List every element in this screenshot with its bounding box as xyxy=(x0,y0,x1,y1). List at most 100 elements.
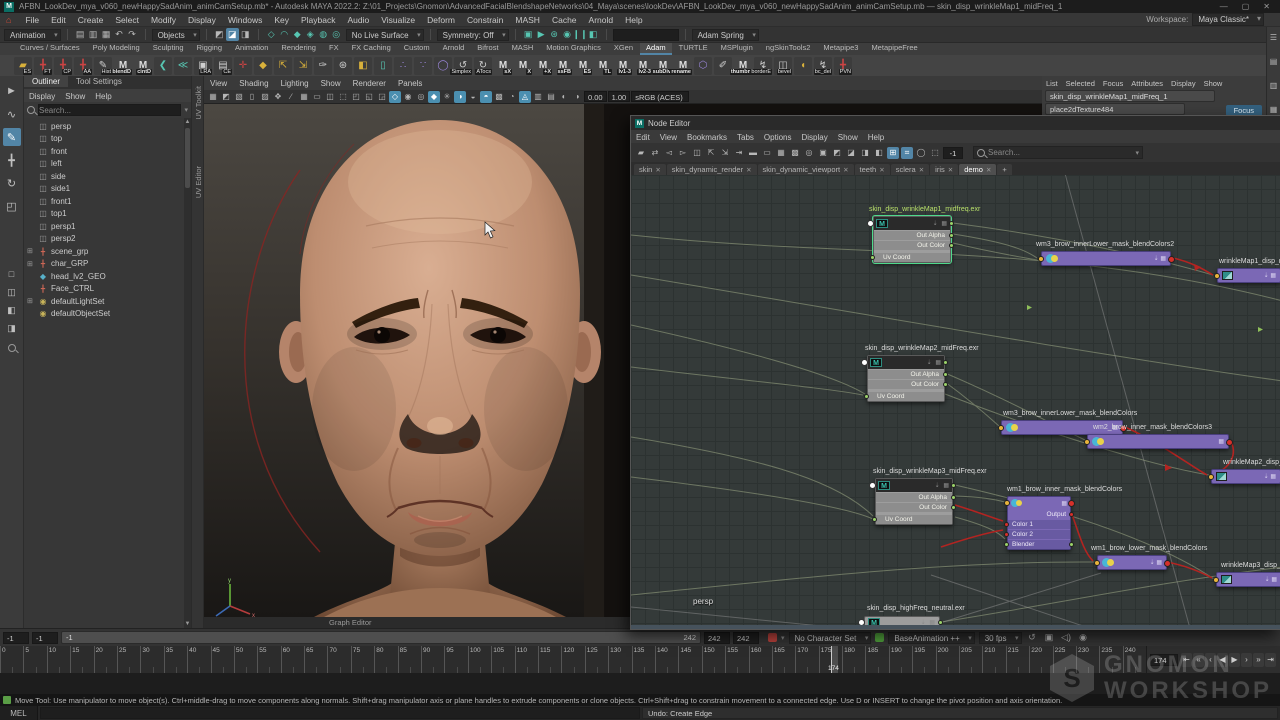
chevron-down-icon[interactable]: ▾ xyxy=(184,106,188,114)
node-editor-menu-item[interactable]: Display xyxy=(797,133,833,142)
motion-blur-icon[interactable]: ◓ xyxy=(480,91,492,103)
shelf-bevel-button[interactable]: ◫bevel xyxy=(774,57,792,75)
ne-next-icon[interactable]: ▻ xyxy=(677,147,689,159)
menu-item[interactable]: Create xyxy=(72,15,110,25)
uv-toolkit-tab[interactable]: UV Toolkit xyxy=(194,86,203,120)
menu-item[interactable]: Windows xyxy=(222,15,268,25)
shelf-chevrons-button[interactable]: ≪ xyxy=(174,57,192,75)
node-editor-scrollbar[interactable] xyxy=(631,625,1280,629)
add-tab-button[interactable]: + xyxy=(997,164,1011,175)
attribute-editor-menu-item[interactable]: List xyxy=(1042,79,1062,88)
blend-node-wm2-blendcolors3[interactable]: ▦ xyxy=(1087,434,1229,449)
go-to-start-button[interactable]: ⇤ xyxy=(1181,653,1192,667)
viewport-menu-item[interactable]: Panels xyxy=(392,79,428,88)
node-editor-title-bar[interactable]: M Node Editor xyxy=(631,116,1280,130)
shelf-sphere-button[interactable]: ⬡ xyxy=(694,57,712,75)
outliner-item[interactable]: persp1 xyxy=(24,220,191,233)
overscan-icon[interactable]: ∕ xyxy=(285,91,297,103)
step-forward-frame-button[interactable]: » xyxy=(1253,653,1264,667)
ipr-render-icon[interactable]: ▶ xyxy=(535,28,548,41)
shelf-tab[interactable]: MetapipeFree xyxy=(865,43,923,55)
time-slider[interactable]: 0510152025303540455055606570758085909510… xyxy=(0,646,1280,673)
set-key-icon[interactable] xyxy=(768,633,777,642)
shelf-tab[interactable]: MSPlugin xyxy=(715,43,759,55)
character-set-selector[interactable]: No Character Set xyxy=(789,632,872,644)
outliner-tab[interactable]: Outliner xyxy=(24,76,68,87)
mute-audio-icon[interactable]: ◁) xyxy=(1060,631,1073,644)
outliner-item[interactable]: front1 xyxy=(24,195,191,208)
shelf-merge2-button[interactable]: ⇲ xyxy=(294,57,312,75)
ne-back-icon[interactable]: ▰ xyxy=(635,147,647,159)
shelf-tab[interactable]: TURTLE xyxy=(673,43,714,55)
file-node-wrinklemap2-disp[interactable]: ⇣ ▦ xyxy=(1211,469,1280,484)
move-tool-icon[interactable]: ╋ xyxy=(3,151,21,169)
play-backwards-button[interactable]: ◀ xyxy=(1217,653,1228,667)
ne-grid-snap-icon[interactable]: ⌗ xyxy=(901,147,913,159)
outliner-menu-item[interactable]: Display xyxy=(24,92,60,101)
select-tool-icon[interactable]: ► xyxy=(3,82,21,100)
shadows-icon[interactable]: ◑ xyxy=(454,91,466,103)
file-node-wrinklemap1-disp[interactable]: ⇣ ▦ xyxy=(1217,268,1280,283)
traversal-depth-field[interactable]: -1 xyxy=(943,147,963,159)
shelf-tab[interactable]: Rendering xyxy=(275,43,322,55)
paint-select-tool-icon[interactable]: ✎ xyxy=(3,128,21,146)
shelf-dots-button[interactable]: ∴ xyxy=(394,57,412,75)
shelf-bcdel-button[interactable]: ↯bc_del xyxy=(814,57,832,75)
shelf-hist-button[interactable]: ✎Hist xyxy=(94,57,112,75)
file-node-wrinklemap3[interactable]: M⇣ ▦ Out Alpha Out Color Uv Coord xyxy=(875,478,953,525)
shelf-tab[interactable]: XGen xyxy=(608,43,639,55)
outliner-item[interactable]: persp2 xyxy=(24,233,191,246)
shelf-aa-button[interactable]: ╋AA xyxy=(74,57,92,75)
hotkey-editor-icon[interactable]: ◉ xyxy=(1077,631,1090,644)
joints-xray-icon[interactable]: ▤ xyxy=(545,91,557,103)
ne-remove-node-icon[interactable]: ◪ xyxy=(845,147,857,159)
shelf-cintd-button[interactable]: McintD xyxy=(134,57,152,75)
file-node-wrinklemap2[interactable]: M⇣ ▦ Out Alpha Out Color Uv Coord xyxy=(867,355,945,402)
animation-end-field[interactable]: 242 xyxy=(733,632,759,644)
lock-camera-icon[interactable]: ◩ xyxy=(220,91,232,103)
node-editor-tab[interactable]: skin_dynamic_viewport✕ xyxy=(758,164,854,175)
node-editor-menu-item[interactable]: Bookmarks xyxy=(682,133,732,142)
node-editor-tab[interactable]: iris✕ xyxy=(930,164,958,175)
outliner-item[interactable]: defaultObjectSet xyxy=(24,308,191,321)
close-button[interactable]: ✕ xyxy=(1263,2,1270,11)
shelf-tab[interactable]: FX xyxy=(323,43,345,55)
outliner-menu-item[interactable]: Help xyxy=(90,92,116,101)
shelf-lv23-button[interactable]: Mlv2-3 xyxy=(634,57,652,75)
ne-shake-icon[interactable]: ◯ xyxy=(915,147,927,159)
safe-title-icon[interactable]: ◲ xyxy=(376,91,388,103)
fps-selector[interactable]: 30 fps xyxy=(979,632,1022,644)
outliner-item[interactable]: top1 xyxy=(24,208,191,221)
ne-full-view-icon[interactable]: ▦ xyxy=(775,147,787,159)
menu-set-selector[interactable]: Animation xyxy=(4,29,61,41)
shelf-pen-button[interactable]: ✑ xyxy=(314,57,332,75)
shelf-subdiv-button[interactable]: MsubDiv xyxy=(654,57,672,75)
node-editor-menu-item[interactable]: Edit xyxy=(631,133,655,142)
menu-item[interactable]: Edit xyxy=(45,15,72,25)
shelf-tab[interactable]: Sculpting xyxy=(147,43,190,55)
ne-rearrange-icon[interactable]: ⇥ xyxy=(733,147,745,159)
character-selector[interactable]: Adam Spring xyxy=(692,29,759,41)
shelf-x-button[interactable]: MX xyxy=(514,57,532,75)
anim-layer-selector[interactable]: BaseAnimation ++ xyxy=(888,632,974,644)
snap-grid-icon[interactable]: ◇ xyxy=(265,28,278,41)
channel-box-toggle-icon[interactable]: ☰ xyxy=(1268,31,1280,43)
shelf-cp-button[interactable]: ╋CP xyxy=(54,57,72,75)
redo-icon[interactable]: ↷ xyxy=(126,28,139,41)
depth-of-field-icon[interactable]: ◔ xyxy=(506,91,518,103)
shelf-tab[interactable]: MASH xyxy=(506,43,540,55)
ne-layout-icon[interactable]: ⊞ xyxy=(887,147,899,159)
shelf-orb-button[interactable]: ⊛ xyxy=(334,57,352,75)
menu-item[interactable]: Modify xyxy=(145,15,182,25)
close-tab-icon[interactable]: ✕ xyxy=(986,166,991,174)
menu-item[interactable]: Playback xyxy=(295,15,342,25)
shelf-tab[interactable]: FX Caching xyxy=(346,43,397,55)
outliner-item[interactable]: head_lv2_GEO xyxy=(24,270,191,283)
close-tab-icon[interactable]: ✕ xyxy=(948,166,953,174)
shelf-tl-button[interactable]: MTL xyxy=(594,57,612,75)
quick-selection-field[interactable] xyxy=(613,29,679,41)
node-editor-window[interactable]: M Node Editor EditViewBookmarksTabsOptio… xyxy=(630,115,1280,630)
lights-icon[interactable]: ✳ xyxy=(441,91,453,103)
node-editor-tab[interactable]: demo✕ xyxy=(959,164,996,175)
multisample-icon[interactable]: ▩ xyxy=(493,91,505,103)
